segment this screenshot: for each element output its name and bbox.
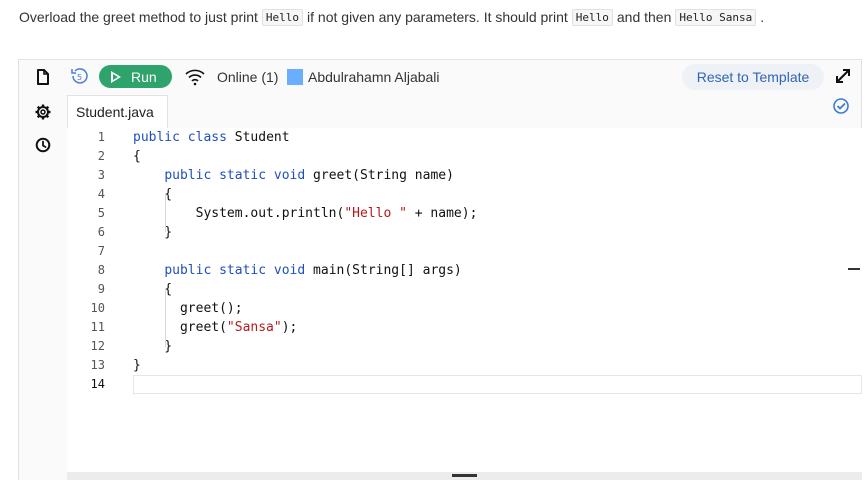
line-number: 7 <box>97 244 105 258</box>
code-line[interactable]: } <box>133 337 862 356</box>
code-line[interactable]: ​ <box>133 242 862 261</box>
svg-text:5: 5 <box>77 73 82 82</box>
play-icon <box>111 70 121 83</box>
scrollbar-thumb[interactable] <box>452 474 477 477</box>
code-line[interactable]: greet(); <box>133 299 862 318</box>
line-number: 3 <box>97 168 105 182</box>
code-line[interactable]: public class Student <box>133 128 862 147</box>
line-number: 1 <box>97 130 105 144</box>
code-line[interactable]: System.out.println("Hello " + name); <box>133 204 862 223</box>
run-button[interactable]: Run <box>99 65 172 88</box>
expand-icon[interactable] <box>834 67 852 85</box>
instructions-text-2: if not given any parameters. It should p… <box>307 9 568 25</box>
line-number: 6 <box>97 225 105 239</box>
user-name: Abdulrahamn Aljabali <box>308 69 440 85</box>
tab-student-java[interactable]: Student.java <box>67 95 168 128</box>
online-status: Online (1) <box>217 69 279 85</box>
undo-icon[interactable]: 5 <box>69 66 89 86</box>
user-avatar <box>287 69 303 85</box>
code-lines[interactable]: public class Student{ public static void… <box>133 128 862 394</box>
indent-guide <box>165 290 166 347</box>
code-line[interactable]: public static void main(String[] args) <box>133 261 862 280</box>
code-line[interactable]: { <box>133 147 862 166</box>
line-number: 13 <box>90 358 105 372</box>
run-label: Run <box>131 68 157 85</box>
panel-resize-handle[interactable] <box>848 268 860 270</box>
wifi-icon <box>184 68 206 86</box>
check-circle-icon <box>832 97 850 115</box>
code-line[interactable]: { <box>133 185 862 204</box>
code-line[interactable]: public static void greet(String name) <box>133 166 862 185</box>
code-line[interactable]: greet("Sansa"); <box>133 318 862 337</box>
code-line[interactable]: } <box>133 356 862 375</box>
code-line[interactable]: { <box>133 280 862 299</box>
line-number: 12 <box>90 339 105 353</box>
line-number: 11 <box>90 320 105 334</box>
instructions: Overload the greet method to just print … <box>18 6 765 28</box>
instructions-text-4: . <box>760 9 765 25</box>
file-tab-label: Student.java <box>76 104 154 120</box>
instructions-text-1: Overload the greet method to just print <box>19 9 258 25</box>
code-line[interactable]: } <box>133 223 862 242</box>
line-number: 5 <box>97 206 105 220</box>
code-editor[interactable]: 1 2 3 4 5 6 7 8 9 10 11 12 13 14 public … <box>67 128 862 472</box>
code-line[interactable]: ​ <box>133 375 862 394</box>
line-number: 9 <box>97 282 105 296</box>
inline-code-hello: Hello <box>261 8 304 26</box>
inline-code-hello-2: Hello <box>571 8 613 26</box>
indent-guide <box>165 194 166 232</box>
line-number-gutter: 1 2 3 4 5 6 7 8 9 10 11 12 13 14 <box>67 128 115 394</box>
line-number-current: 14 <box>90 377 105 391</box>
reset-to-template-button[interactable]: Reset to Template <box>682 64 824 90</box>
instructions-text-3: and then <box>616 9 672 25</box>
inline-code-hello-sansa: Hello Sansa <box>675 8 757 26</box>
line-number: 8 <box>97 263 105 277</box>
line-number: 4 <box>97 187 105 201</box>
clock-icon[interactable] <box>35 137 51 153</box>
file-icon[interactable] <box>35 69 51 85</box>
line-number: 10 <box>90 301 105 315</box>
gear-icon[interactable] <box>35 104 51 120</box>
line-number: 2 <box>97 149 105 163</box>
